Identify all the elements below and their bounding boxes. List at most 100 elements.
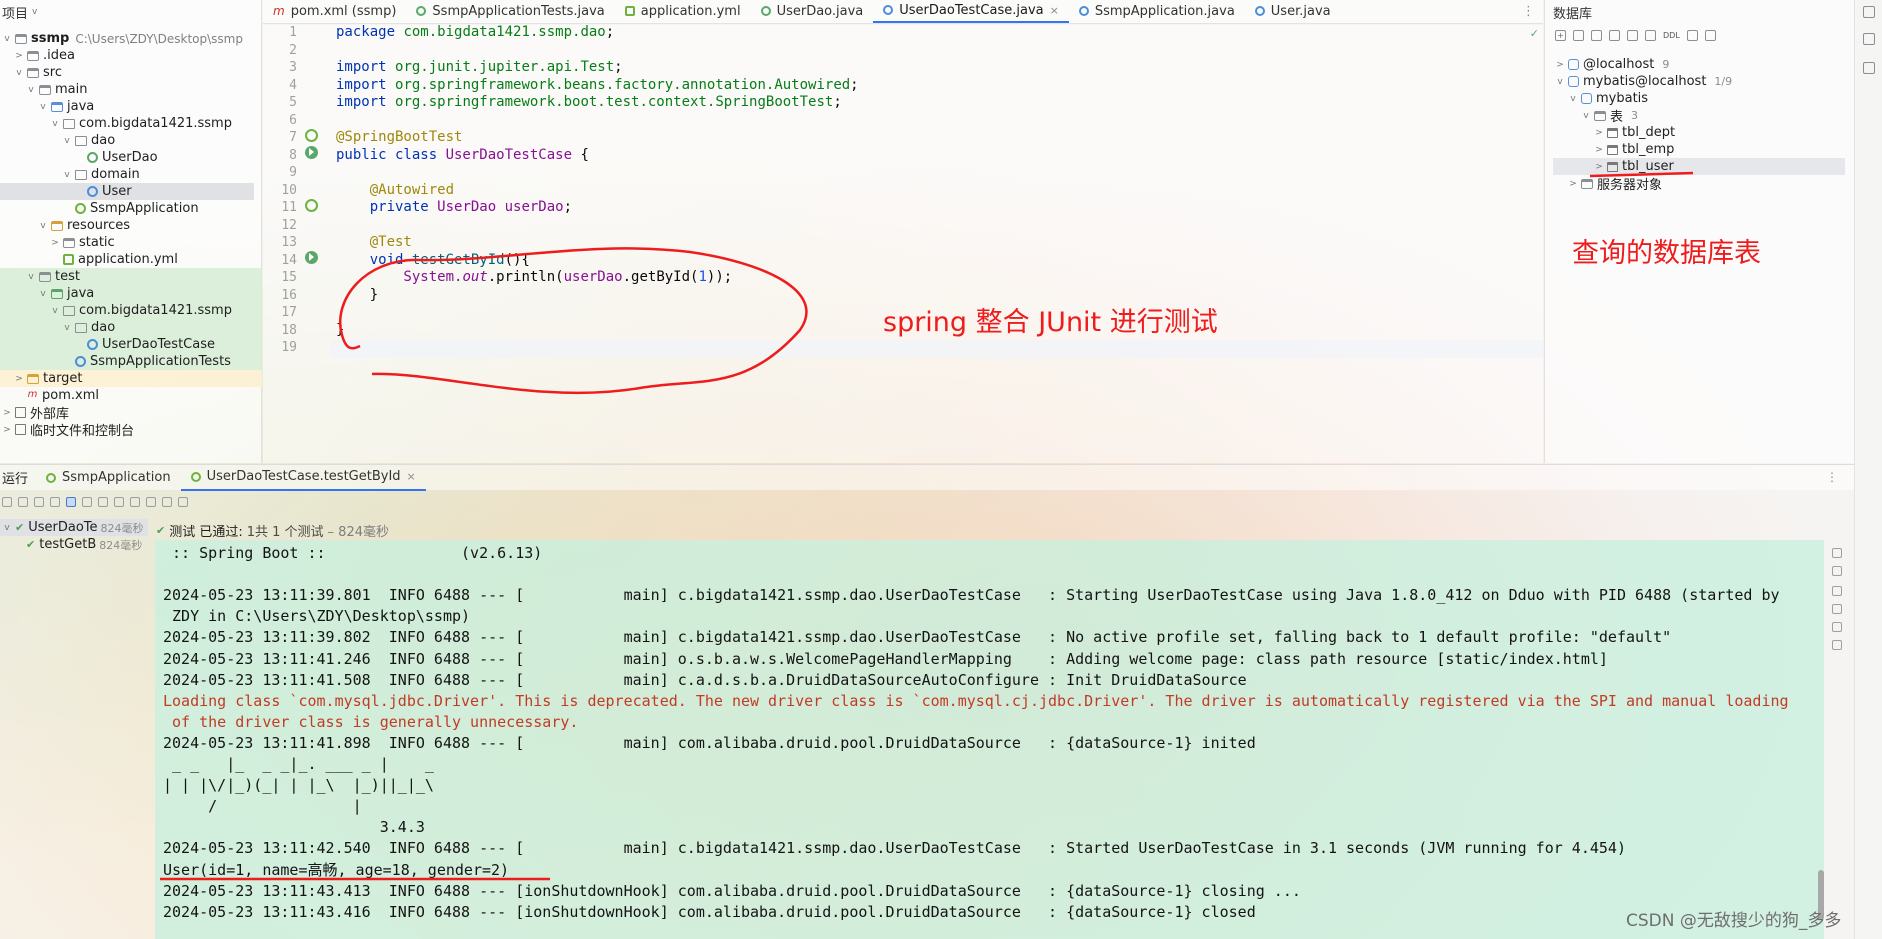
chevron-down-icon[interactable]: v [14,68,24,78]
ddl-button[interactable]: DDL [1663,30,1680,41]
tree-item[interactable]: SsmpApplication [0,200,254,217]
code-editor[interactable]: 1 2 3 4 5 6 7 8 9 10 11 12 13 14 15 16 17 18 19 package co… [263,24,1543,463]
filter-icon[interactable] [1704,30,1716,41]
scroll-down-icon[interactable] [1832,566,1842,576]
chevron-down-icon[interactable]: v [62,170,72,180]
tree-item[interactable]: > .idea [0,47,254,64]
editor-tab[interactable]: SsmpApplicationTests.java [406,0,614,23]
code-line[interactable]: package com.bigdata1421.ssmp.dao; [336,24,614,42]
chevron-down-icon[interactable]: v [1568,94,1578,104]
export-icon[interactable] [146,497,156,507]
tree-item[interactable]: v test [0,268,262,285]
database-tree-item[interactable]: > tbl_emp [1553,141,1674,158]
chevron-right-icon[interactable]: > [1594,162,1604,172]
scroll-to-end-icon[interactable] [1832,604,1842,614]
chevron-down-icon[interactable]: v [62,323,72,333]
tree-item[interactable]: v com.bigdata1421.ssmp [0,115,254,132]
autowired-navigate-icon[interactable] [305,199,318,212]
soft-wrap-icon[interactable] [1832,586,1842,596]
chevron-right-icon[interactable]: > [50,238,60,248]
chevron-right-icon[interactable]: > [14,51,24,61]
structure-tool-icon[interactable] [1863,62,1875,74]
code-line[interactable]: } [336,322,344,340]
chevron-down-icon[interactable]: v [38,102,48,112]
chevron-right-icon[interactable]: > [14,374,24,384]
tree-item[interactable]: > 外部库 [0,404,254,422]
tree-item[interactable]: application.yml [0,251,254,268]
tree-item[interactable]: SsmpApplicationTests [0,353,262,370]
tree-item[interactable]: v java [0,285,262,302]
sort-icon[interactable] [98,497,108,507]
table-view-icon[interactable] [1645,30,1656,41]
tree-item[interactable]: v main [0,81,254,98]
test-result-item[interactable]: v ✔ UserDaoTe 824毫秒 [0,519,148,536]
tree-item[interactable]: v dao [0,132,254,149]
sort-duration-icon[interactable] [114,497,124,507]
chevron-down-icon[interactable]: v [32,7,37,17]
chevron-down-icon[interactable]: v [2,523,12,533]
edit-icon[interactable] [1627,30,1638,41]
tree-item[interactable]: v ssmp C:\Users\ZDY\Desktop\ssmp [0,30,254,47]
run-more-icon[interactable]: ⋮ [1826,470,1838,484]
chevron-down-icon[interactable]: v [1555,77,1565,87]
code-line[interactable]: } [336,287,378,305]
chevron-down-icon[interactable]: v [26,272,36,282]
code-line[interactable]: import org.junit.jupiter.api.Test; [336,59,623,77]
chevron-right-icon[interactable]: > [1594,145,1604,155]
console-output[interactable]: :: Spring Boot :: (v2.6.13) 2024-05-23 13… [155,540,1824,939]
show-passed-icon[interactable] [66,497,76,507]
chevron-right-icon[interactable]: > [1555,60,1565,70]
chevron-down-icon[interactable]: v [50,119,60,129]
add-icon[interactable]: + [1555,30,1566,41]
editor-tab[interactable]: UserDaoTestCase.java × [873,0,1069,23]
inspection-ok-icon[interactable]: ✓ [1530,27,1539,40]
database-tool-icon[interactable] [1863,33,1875,45]
project-panel-header[interactable]: 项目 v [0,0,261,24]
code-line[interactable]: public class UserDaoTestCase { [336,147,589,165]
more-tabs-icon[interactable]: ⋮ [1522,4,1535,19]
toggle-auto-test-icon[interactable] [34,497,44,507]
run-class-icon[interactable] [305,146,318,159]
close-icon[interactable]: × [407,470,416,483]
show-ignored-icon[interactable] [82,497,92,507]
code-line[interactable]: @SpringBootTest [336,129,462,147]
editor-tab[interactable]: UserDao.java [751,0,874,23]
tree-item[interactable]: v domain [0,166,254,183]
code-line[interactable]: import org.springframework.boot.test.con… [336,94,842,112]
editor-tab[interactable]: application.yml [615,0,751,23]
tree-item[interactable]: m pom.xml [0,387,254,404]
chevron-right-icon[interactable]: > [2,408,12,418]
stop-icon[interactable] [50,497,60,507]
print-icon[interactable] [1832,622,1842,632]
tree-item[interactable]: v resources [0,217,254,234]
scroll-up-icon[interactable] [1832,548,1842,558]
history-icon[interactable] [130,497,140,507]
code-line[interactable]: @Test [336,234,412,252]
jump-icon[interactable] [1686,30,1698,41]
database-tree-item[interactable]: > @localhost 9 [1553,56,1669,73]
spring-bean-icon[interactable] [305,129,318,142]
close-icon[interactable]: × [1050,4,1059,17]
tree-item[interactable]: v com.bigdata1421.ssmp [0,302,262,319]
run-tab[interactable]: SsmpApplication [36,465,181,491]
chevron-down-icon[interactable]: v [62,136,72,146]
database-tree-item[interactable]: > tbl_user [1553,158,1845,175]
refresh-icon[interactable] [1591,30,1602,41]
chevron-right-icon[interactable]: > [2,425,12,435]
tree-item[interactable]: > 临时文件和控制台 [0,421,254,439]
tree-item[interactable]: v dao [0,319,262,336]
database-tree-item[interactable]: > 服务器对象 [1553,175,1662,193]
tree-item[interactable]: > static [0,234,254,251]
collapse-icon[interactable] [162,497,172,507]
chevron-right-icon[interactable]: > [1568,179,1578,189]
database-tree-item[interactable]: > tbl_dept [1553,124,1675,141]
tree-item[interactable]: v java [0,98,254,115]
editor-tab[interactable]: m pom.xml (ssmp) [263,0,406,23]
chevron-right-icon[interactable]: > [1594,128,1604,138]
notifications-icon[interactable] [1863,6,1875,18]
editor-tab[interactable]: User.java [1245,0,1341,23]
database-tree-item[interactable]: v mybatis@localhost 1/9 [1553,73,1732,90]
tree-item[interactable]: > target [0,370,262,387]
copy-icon[interactable] [1573,30,1584,41]
tree-item[interactable]: UserDao [0,149,254,166]
